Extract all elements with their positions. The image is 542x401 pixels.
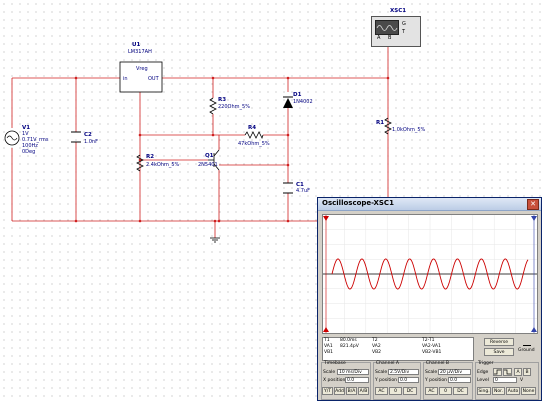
mode-ab-button[interactable]: A/B <box>358 387 369 395</box>
trigger-a-button[interactable]: A <box>514 368 522 376</box>
vb1-label: VB1 <box>324 350 334 355</box>
timebase-xpos-label: X position <box>323 378 346 383</box>
c2-value: 1.0nF <box>84 139 98 145</box>
channel-b-ypos-label: Y position <box>425 378 448 383</box>
oscilloscope-trace-area <box>323 215 537 333</box>
channel-b-zero-button[interactable]: 0 <box>439 387 452 395</box>
v1-source[interactable]: V1 1V 0.71V_rms 100Hz 0Deg <box>4 125 49 155</box>
vb2-vb1-label: VB2-VB1 <box>422 350 442 355</box>
xsc1-screen-icon <box>375 20 399 35</box>
trigger-none-button[interactable]: None <box>521 387 536 395</box>
c2-ref: C2 <box>84 132 92 138</box>
ground-icon[interactable] <box>523 339 531 346</box>
timebase-scale-field[interactable]: 10 ms/Div <box>337 369 369 375</box>
t1-time: 80.0ms <box>340 338 357 343</box>
r4-resistor[interactable]: R4 47kOhm_5% <box>238 125 270 147</box>
channel-a-ypos-label: Y position <box>375 378 398 383</box>
falling-edge-icon[interactable] <box>503 368 512 376</box>
r2-resistor[interactable]: R2 2.4kOhm_5% <box>136 154 180 172</box>
trigger-single-button[interactable]: Sing. <box>477 387 491 395</box>
channel-b-dc-button[interactable]: DC <box>453 387 468 395</box>
channel-a-ypos-field[interactable]: 0.0 <box>398 377 419 383</box>
mode-ba-button[interactable]: B/A <box>346 387 357 395</box>
channel-a-title: Channel A <box>376 361 399 366</box>
trigger-level-field[interactable]: 0 <box>493 377 517 383</box>
channel-b-scale-field[interactable]: 20 µV/Div <box>438 369 471 375</box>
xsc1-term-b: B <box>388 35 392 41</box>
r4-ref: R4 <box>248 125 256 131</box>
r3-resistor[interactable]: R3 220Ohm_5% <box>209 97 250 115</box>
va2-label: VA2 <box>372 344 381 349</box>
rising-edge-icon[interactable] <box>493 368 502 376</box>
timebase-title: Timebase <box>324 361 346 366</box>
q1-ref: Q1 <box>205 153 214 159</box>
channel-b-ac-button[interactable]: AC <box>425 387 438 395</box>
q1-value: 2N5401 <box>198 162 218 168</box>
u1-ref: U1 <box>132 42 140 48</box>
u1-pin-in: in <box>123 76 128 82</box>
r4-value: 47kOhm_5% <box>238 141 270 147</box>
mode-yt-button[interactable]: Y/T <box>322 387 333 395</box>
timebase-xpos-field[interactable]: 0.0 <box>345 377 369 383</box>
trigger-title: Trigger <box>478 361 494 366</box>
d1-diode[interactable]: D1 1N4002 <box>283 92 313 108</box>
close-icon[interactable]: ✕ <box>527 199 539 210</box>
xsc1-instrument-icon[interactable]: A B G T <box>371 16 421 47</box>
trigger-auto-button[interactable]: Auto <box>506 387 520 395</box>
r3-value: 220Ohm_5% <box>218 104 250 110</box>
channel-a-ac-button[interactable]: AC <box>375 387 388 395</box>
oscilloscope-title: Oscilloscope-XSC1 <box>322 199 394 207</box>
channel-b-ypos-field[interactable]: 0.0 <box>448 377 471 383</box>
r3-ref: R3 <box>218 97 226 103</box>
channel-a-zero-button[interactable]: 0 <box>389 387 402 395</box>
channel-a-dc-button[interactable]: DC <box>403 387 417 395</box>
channel-a-scale-field[interactable]: 2.5V/Div <box>388 369 419 375</box>
c1-value: 4.7uF <box>296 188 310 194</box>
t2-t1-label: T2-T1 <box>422 338 435 343</box>
u1-part: LM317AH <box>128 49 152 55</box>
save-button[interactable]: Save <box>484 348 514 356</box>
ground-symbol[interactable] <box>210 237 220 243</box>
xsc1-term-a: A <box>377 35 381 41</box>
va2-va1-label: VA2-VA1 <box>422 344 441 349</box>
trigger-edge-label: Edge <box>477 370 489 375</box>
u1-pin-vreg: Vreg <box>136 66 148 72</box>
xsc1-term-g: G <box>402 21 406 27</box>
r1-ref: R1 <box>376 120 384 126</box>
r1-value: 1.0kOhm_5% <box>392 127 426 133</box>
xsc1-label: XSC1 <box>390 8 406 14</box>
d1-value: 1N4002 <box>293 99 313 105</box>
u1-regulator[interactable]: U1 LM317AH Vreg in OUT <box>119 42 163 93</box>
trigger-b-button[interactable]: B <box>523 368 531 376</box>
trigger-level-label: Level <box>477 378 489 383</box>
r1-resistor[interactable]: R1 1.0kOhm_5% <box>376 117 426 135</box>
d1-ref: D1 <box>293 92 302 98</box>
t1-label: T1 <box>324 338 330 343</box>
xsc1-term-t: T <box>402 29 406 35</box>
r2-ref: R2 <box>146 154 154 160</box>
channel-a-scale-label: Scale <box>375 370 388 375</box>
oscilloscope-display[interactable] <box>322 214 538 334</box>
ground-label: Ground <box>518 348 535 353</box>
mode-add-button[interactable]: Add <box>334 387 345 395</box>
u1-pin-out: OUT <box>148 76 160 82</box>
channel-b-scale-label: Scale <box>425 370 438 375</box>
reverse-button[interactable]: Reverse <box>484 338 514 346</box>
c2-capacitor[interactable]: C2 1.0nF <box>71 131 98 145</box>
va1-label: VA1 <box>324 344 333 349</box>
r2-value: 2.4kOhm_5% <box>146 162 180 168</box>
trigger-level-unit: V <box>520 378 524 383</box>
timebase-scale-label: Scale <box>323 370 336 375</box>
c1-capacitor[interactable]: C1 4.7uF <box>283 182 310 194</box>
oscilloscope-titlebar[interactable]: Oscilloscope-XSC1 ✕ <box>318 198 541 211</box>
v1-phase: 0Deg <box>22 149 35 155</box>
vb2-label: VB2 <box>372 350 382 355</box>
t2-label: T2 <box>372 338 378 343</box>
channel-b-title: Channel B <box>426 361 449 366</box>
trigger-normal-button[interactable]: Nor. <box>492 387 505 395</box>
t1-va-value: 821.4pV <box>340 344 359 349</box>
oscilloscope-window[interactable]: Oscilloscope-XSC1 ✕ T1 80.0ms T2 T2-T1 V… <box>317 197 542 401</box>
